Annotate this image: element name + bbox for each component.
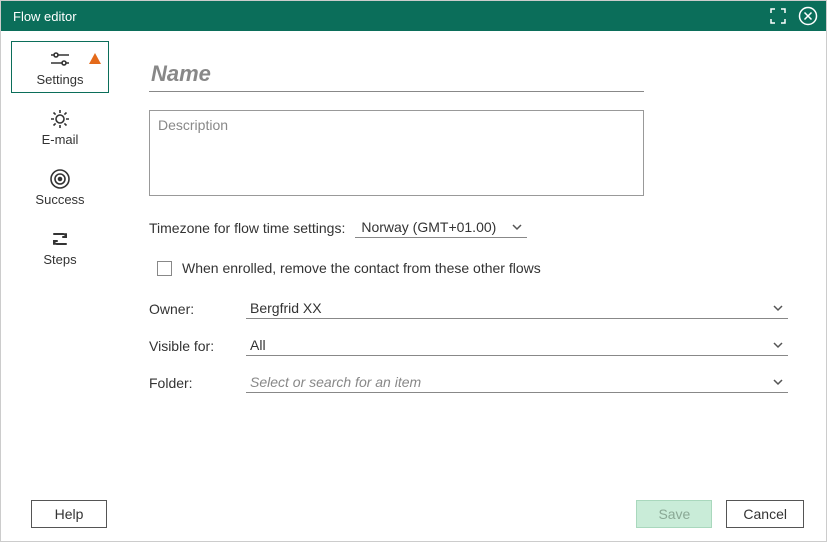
sidebar-item-settings[interactable]: Settings — [11, 41, 109, 93]
settings-sliders-icon — [49, 48, 71, 70]
visible-for-value: All — [250, 337, 266, 353]
chevron-down-icon — [772, 376, 784, 388]
chevron-down-icon — [772, 339, 784, 351]
flow-name-input[interactable] — [149, 57, 644, 92]
remove-from-flows-checkbox[interactable] — [157, 261, 172, 276]
timezone-value: Norway (GMT+01.00) — [361, 219, 496, 235]
footer: Help Save Cancel — [1, 485, 826, 541]
warning-icon — [88, 52, 102, 66]
gear-icon — [49, 108, 71, 130]
sidebar-item-success[interactable]: Success — [11, 161, 109, 213]
target-icon — [49, 168, 71, 190]
chevron-down-icon — [772, 302, 784, 314]
folder-select[interactable]: Select or search for an item — [246, 372, 788, 393]
sidebar-item-email[interactable]: E-mail — [11, 101, 109, 153]
save-button[interactable]: Save — [636, 500, 712, 528]
visible-for-label: Visible for: — [149, 338, 246, 354]
steps-icon — [49, 228, 71, 250]
help-button[interactable]: Help — [31, 500, 107, 528]
sidebar-item-label: Settings — [37, 72, 84, 87]
main-panel: Timezone for flow time settings: Norway … — [109, 31, 826, 485]
titlebar: Flow editor — [1, 1, 826, 31]
chevron-down-icon — [511, 221, 523, 233]
visible-for-select[interactable]: All — [246, 335, 788, 356]
sidebar-item-label: Steps — [43, 252, 76, 267]
content: Settings E-mail Success — [1, 31, 826, 485]
checkbox-label: When enrolled, remove the contact from t… — [182, 260, 541, 276]
sidebar-item-label: Success — [35, 192, 84, 207]
folder-label: Folder: — [149, 375, 246, 391]
folder-placeholder: Select or search for an item — [250, 374, 421, 390]
sidebar-item-steps[interactable]: Steps — [11, 221, 109, 273]
description-input[interactable] — [149, 110, 644, 196]
sidebar: Settings E-mail Success — [1, 31, 109, 485]
owner-value: Bergfrid XX — [250, 300, 322, 316]
owner-select[interactable]: Bergfrid XX — [246, 298, 788, 319]
owner-label: Owner: — [149, 301, 246, 317]
sidebar-item-label: E-mail — [42, 132, 79, 147]
close-icon[interactable] — [798, 6, 818, 26]
fullscreen-icon[interactable] — [768, 6, 788, 26]
cancel-button[interactable]: Cancel — [726, 500, 804, 528]
window-title: Flow editor — [13, 9, 768, 24]
timezone-select[interactable]: Norway (GMT+01.00) — [355, 217, 527, 238]
timezone-label: Timezone for flow time settings: — [149, 220, 345, 236]
